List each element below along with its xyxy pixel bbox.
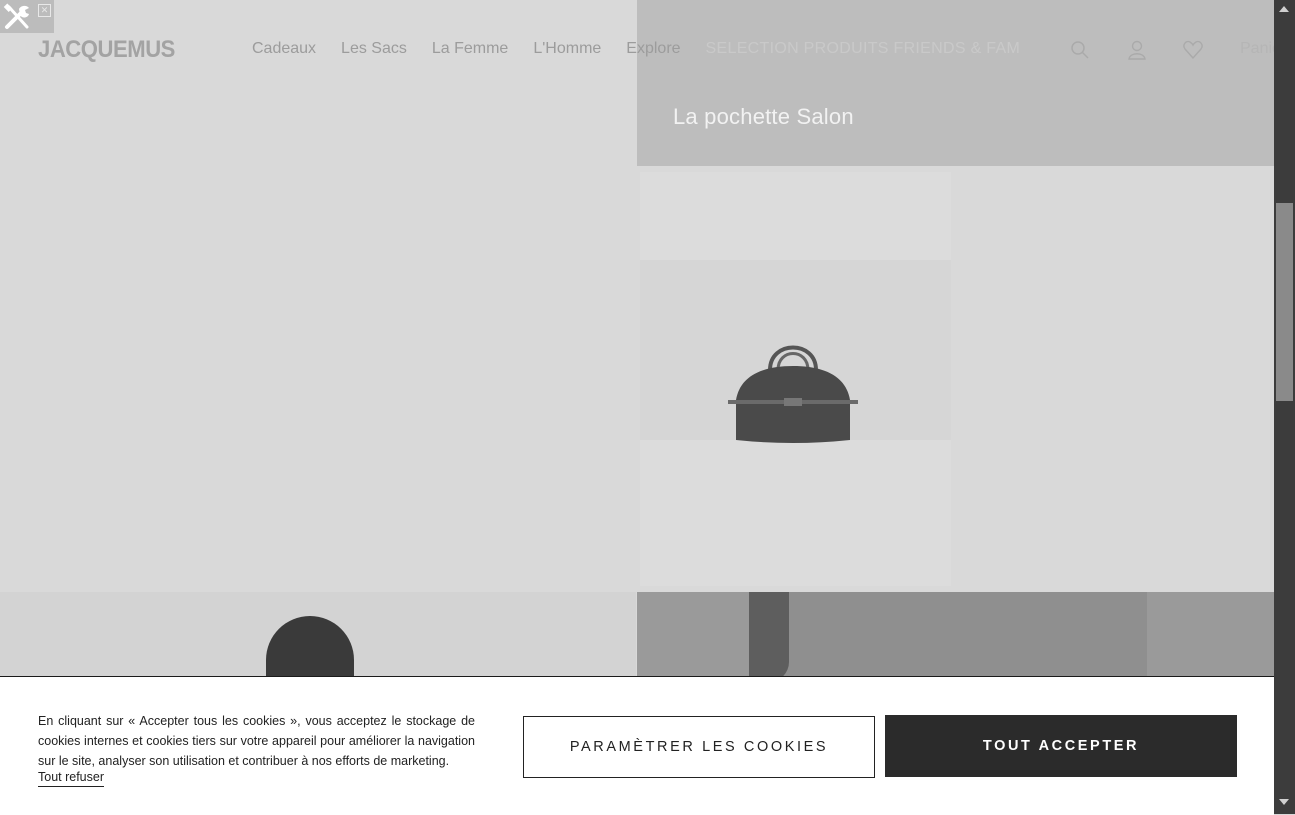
nav-item-sacs[interactable]: Les Sacs	[341, 40, 407, 62]
cookie-banner: En cliquant sur « Accepter tous les cook…	[0, 676, 1274, 815]
hero-banner[interactable]	[637, 0, 1274, 166]
cookie-settings-button[interactable]: PARAMÈTRER LES COOKIES	[523, 716, 875, 778]
heart-icon[interactable]	[1182, 39, 1204, 61]
tools-icon	[3, 3, 29, 29]
close-icon[interactable]: ✕	[38, 4, 51, 17]
accept-all-button[interactable]: TOUT ACCEPTER	[885, 715, 1237, 777]
scrollbar[interactable]	[1274, 0, 1295, 814]
scrollbar-thumb[interactable]	[1276, 203, 1293, 401]
cookie-consent-text: En cliquant sur « Accepter tous les cook…	[38, 714, 475, 768]
coat-image	[752, 592, 1147, 682]
account-icon[interactable]	[1126, 39, 1148, 61]
nav-item-explore[interactable]: Explore	[626, 40, 680, 62]
scroll-up-icon[interactable]	[1279, 6, 1289, 12]
nav-item-femme[interactable]: La Femme	[432, 40, 508, 62]
nav-item-cadeaux[interactable]: Cadeaux	[252, 40, 316, 62]
nav-item-homme[interactable]: L'Homme	[533, 40, 601, 62]
devtools-badge[interactable]: ✕	[0, 0, 54, 33]
scroll-down-icon[interactable]	[1279, 799, 1289, 805]
coat-shadow	[749, 592, 789, 682]
search-icon[interactable]	[1069, 39, 1091, 61]
main-nav: Cadeaux Les Sacs La Femme L'Homme Explor…	[252, 40, 1045, 62]
handbag-icon[interactable]	[722, 330, 864, 448]
editorial-image-right[interactable]	[637, 592, 1274, 682]
brand-logo[interactable]: JACQUEMUS	[38, 36, 175, 64]
refuse-all-link[interactable]: Tout refuser	[38, 769, 105, 787]
cart-link[interactable]: Panier	[1240, 40, 1274, 58]
nav-item-friends-family[interactable]: SELECTION PRODUITS FRIENDS & FAM	[706, 40, 1021, 62]
hero-title[interactable]: La pochette Salon	[673, 104, 854, 130]
